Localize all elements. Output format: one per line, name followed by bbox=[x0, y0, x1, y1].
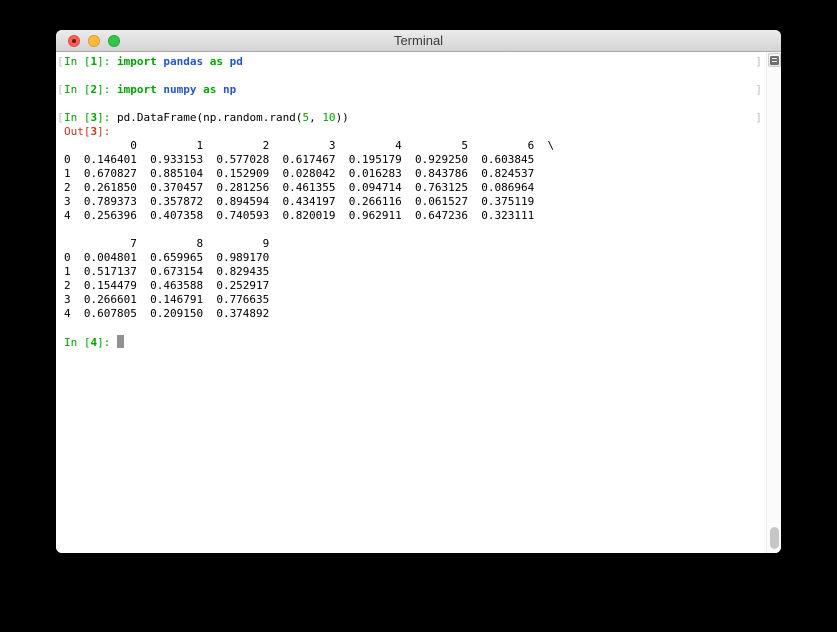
dataframe-text: 0 0.146401 0.933153 0.577028 0.617467 0.… bbox=[64, 153, 534, 166]
split-pane-icon bbox=[770, 56, 779, 65]
terminal-line bbox=[56, 97, 766, 111]
prompt-mark-right: ] bbox=[755, 111, 762, 125]
token: Out[ bbox=[64, 125, 91, 138]
prompt-mark-left: [ bbox=[57, 55, 64, 69]
dataframe-text: 3 0.789373 0.357872 0.894594 0.434197 0.… bbox=[64, 195, 534, 208]
token: as bbox=[210, 55, 223, 68]
token: In [ bbox=[64, 336, 91, 349]
terminal-line: 2 0.154479 0.463588 0.252917 bbox=[56, 279, 766, 293]
terminal-line: 4 0.256396 0.407358 0.740593 0.820019 0.… bbox=[56, 209, 766, 223]
token: ]: bbox=[97, 125, 117, 138]
dataframe-text: 4 0.256396 0.407358 0.740593 0.820019 0.… bbox=[64, 209, 534, 222]
terminal-line: [In [1]: import pandas as pd] bbox=[56, 55, 766, 69]
dataframe-text: 1 0.670827 0.885104 0.152909 0.028042 0.… bbox=[64, 167, 534, 180]
terminal-line: 1 0.670827 0.885104 0.152909 0.028042 0.… bbox=[56, 167, 766, 181]
window-title: Terminal bbox=[56, 30, 781, 52]
terminal-line: 2 0.261850 0.370457 0.281256 0.461355 0.… bbox=[56, 181, 766, 195]
terminal-line: 0 0.146401 0.933153 0.577028 0.617467 0.… bbox=[56, 153, 766, 167]
prompt-mark-right: ] bbox=[755, 83, 762, 97]
token: ]: bbox=[97, 55, 117, 68]
terminal-line: 4 0.607805 0.209150 0.374892 bbox=[56, 307, 766, 321]
token: as bbox=[203, 83, 216, 96]
scrollbar[interactable] bbox=[766, 52, 781, 553]
token: import bbox=[117, 83, 157, 96]
token bbox=[203, 55, 210, 68]
token: In [ bbox=[64, 55, 91, 68]
split-pane-button[interactable] bbox=[768, 53, 781, 67]
dataframe-text: 0 1 2 3 4 5 6 \ bbox=[64, 139, 554, 152]
token: In [ bbox=[64, 111, 91, 124]
dataframe-text: 0 0.004801 0.659965 0.989170 bbox=[64, 251, 269, 264]
prompt-mark-left: [ bbox=[57, 111, 64, 125]
desktop-background: Terminal [In [1]: import pandas as pd][I… bbox=[0, 0, 837, 632]
terminal-line: In [4]: bbox=[56, 335, 766, 349]
terminal-line: 3 0.789373 0.357872 0.894594 0.434197 0.… bbox=[56, 195, 766, 209]
split-pane-icon-bar bbox=[772, 58, 777, 60]
token: pandas bbox=[163, 55, 203, 68]
split-pane-icon-bar bbox=[772, 61, 777, 63]
token: np bbox=[223, 83, 236, 96]
dataframe-text: 7 8 9 bbox=[64, 237, 269, 250]
prompt-mark-left: [ bbox=[57, 83, 64, 97]
dataframe-text: 1 0.517137 0.673154 0.829435 bbox=[64, 265, 269, 278]
terminal-output: [In [1]: import pandas as pd] [In [2]: im… bbox=[56, 55, 766, 553]
terminal-line bbox=[56, 223, 766, 237]
terminal-line: 3 0.266601 0.146791 0.776635 bbox=[56, 293, 766, 307]
terminal-line: [In [3]: pd.DataFrame(np.random.rand(5, … bbox=[56, 111, 766, 125]
token bbox=[216, 83, 223, 96]
token: , bbox=[309, 111, 322, 124]
dataframe-text: 2 0.261850 0.370457 0.281256 0.461355 0.… bbox=[64, 181, 534, 194]
prompt-mark-right: ] bbox=[755, 55, 762, 69]
terminal-cursor bbox=[117, 335, 124, 348]
titlebar[interactable]: Terminal bbox=[56, 30, 781, 52]
terminal-line: Out[3]: bbox=[56, 125, 766, 139]
scrollbar-thumb[interactable] bbox=[770, 527, 779, 549]
dataframe-text: 2 0.154479 0.463588 0.252917 bbox=[64, 279, 269, 292]
token: ]: bbox=[97, 111, 117, 124]
token bbox=[223, 55, 230, 68]
token: import bbox=[117, 55, 157, 68]
terminal-window: Terminal [In [1]: import pandas as pd][I… bbox=[56, 30, 781, 553]
token: ]: bbox=[97, 336, 117, 349]
dataframe-text: 4 0.607805 0.209150 0.374892 bbox=[64, 307, 269, 320]
terminal-line: 0 1 2 3 4 5 6 \ bbox=[56, 139, 766, 153]
terminal-line: 7 8 9 bbox=[56, 237, 766, 251]
token: ]: bbox=[97, 83, 117, 96]
terminal-line: 0 0.004801 0.659965 0.989170 bbox=[56, 251, 766, 265]
token: numpy bbox=[163, 83, 196, 96]
token: pd bbox=[230, 55, 243, 68]
terminal-line bbox=[56, 321, 766, 335]
token: pd.DataFrame(np.random.rand( bbox=[117, 111, 302, 124]
token: 10 bbox=[322, 111, 335, 124]
terminal-line bbox=[56, 69, 766, 83]
token: In [ bbox=[64, 83, 91, 96]
terminal-line: 1 0.517137 0.673154 0.829435 bbox=[56, 265, 766, 279]
token: )) bbox=[336, 111, 349, 124]
dataframe-text: 3 0.266601 0.146791 0.776635 bbox=[64, 293, 269, 306]
terminal-content[interactable]: [In [1]: import pandas as pd] [In [2]: im… bbox=[56, 52, 781, 553]
terminal-line: [In [2]: import numpy as np] bbox=[56, 83, 766, 97]
